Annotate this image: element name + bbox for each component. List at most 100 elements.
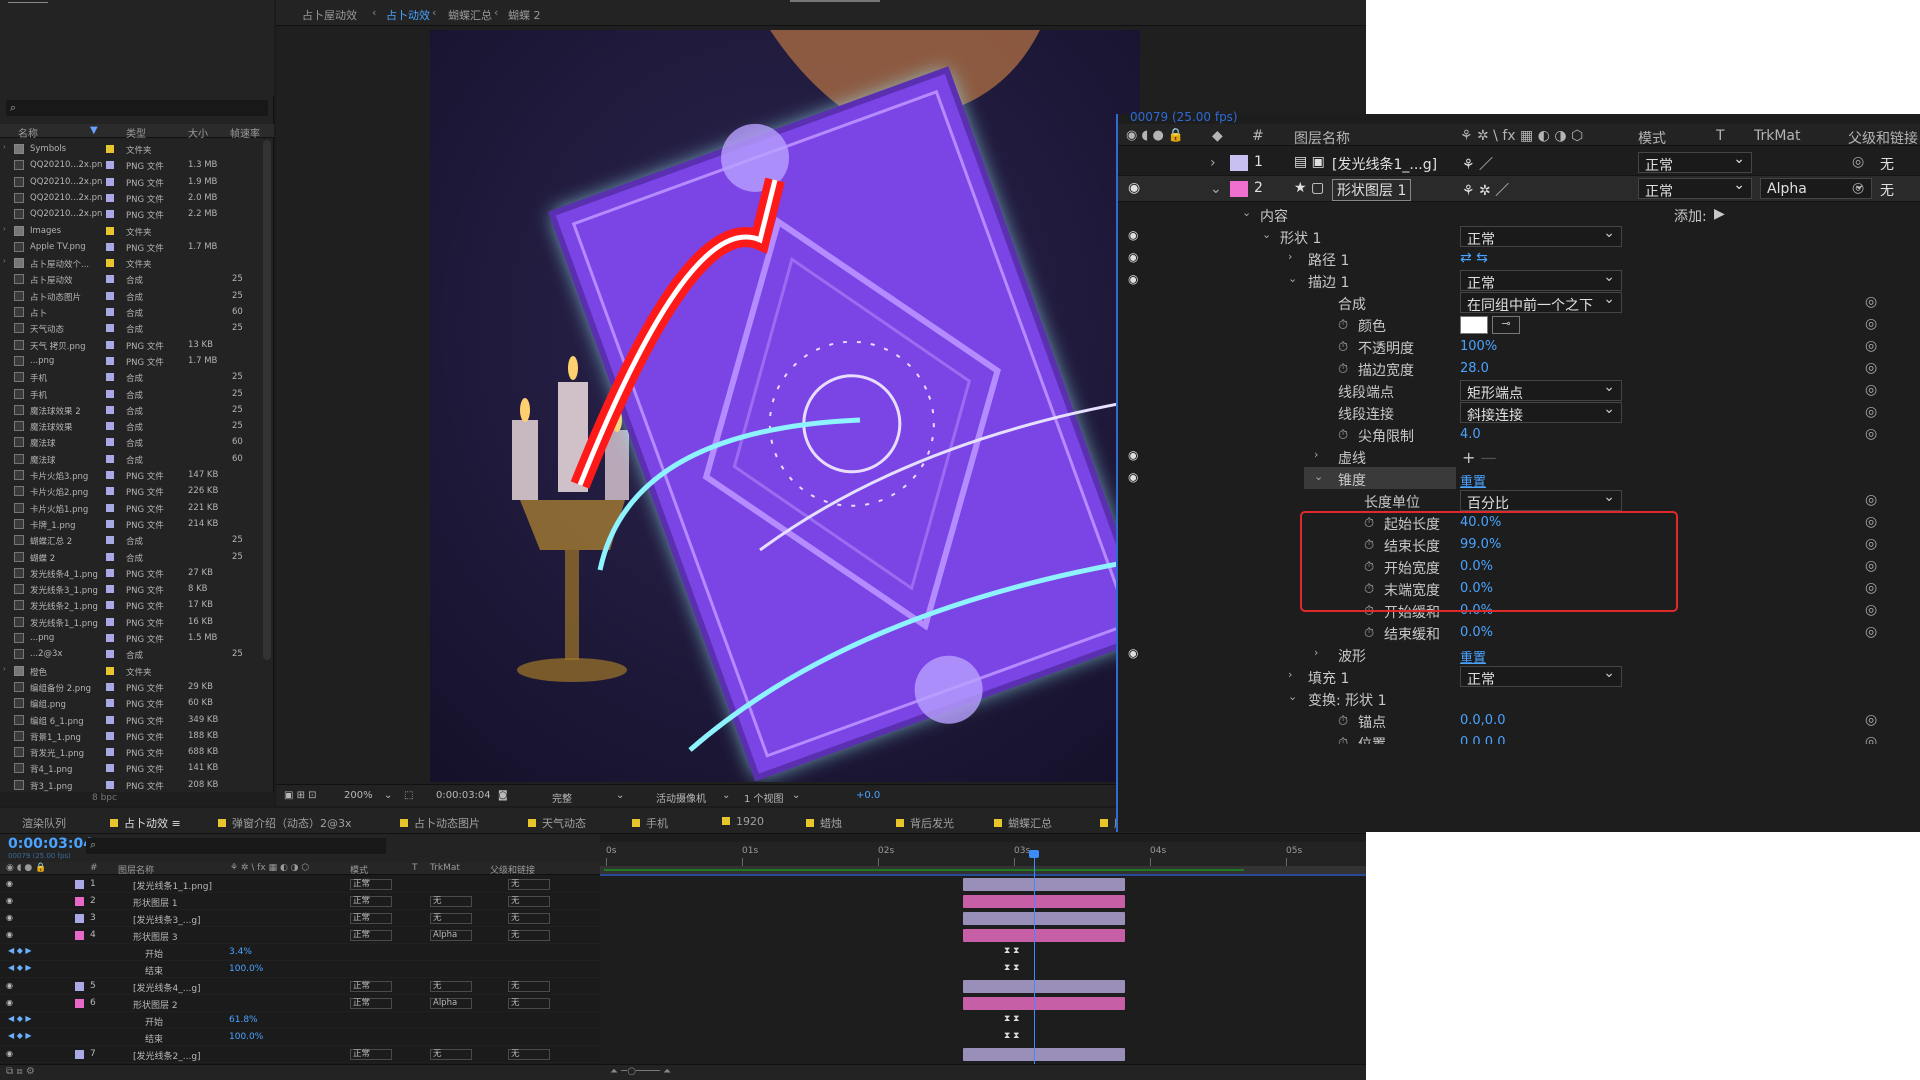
chevron-right-icon[interactable]: › [3, 665, 6, 673]
mode-dropdown[interactable]: 正常 [350, 981, 392, 992]
composite-dropdown[interactable]: 在同组中前一个之下 [1460, 291, 1622, 314]
timeline-tab[interactable]: 渲染队列 [22, 815, 66, 831]
expression-icon[interactable]: ◎ [1865, 558, 1877, 574]
comp-tab-1[interactable]: 占卜屋动效 [302, 7, 357, 23]
eye-icon[interactable]: ◉ [6, 896, 13, 905]
property-value[interactable]: 100.0% [229, 964, 263, 974]
length-units-dropdown[interactable]: 百分比 [1460, 489, 1622, 512]
layer-label-color[interactable] [75, 999, 84, 1008]
project-item[interactable]: QQ20210...2x.png PNG 文件 1.9 MB [0, 174, 262, 190]
eye-icon[interactable]: ◉ [6, 998, 13, 1007]
expression-icon[interactable]: ◎ [1865, 316, 1877, 332]
project-item[interactable]: QQ20210...2x.png PNG 文件 2.0 MB [0, 190, 262, 206]
layer-duration-bar[interactable] [963, 980, 1125, 993]
label-swatch[interactable] [106, 210, 114, 219]
parent-dropdown[interactable]: 无 [508, 930, 550, 941]
prop-position[interactable]: ⏱ 位置 0.0,0.0 ◎ [1118, 730, 1920, 744]
timeline-timecode[interactable]: 0:00:03:04 [8, 836, 93, 852]
project-item[interactable]: ...2@3x 合成 25 [0, 646, 262, 662]
project-item[interactable]: 魔法球效果 2 合成 25 [0, 402, 262, 418]
label-swatch[interactable] [106, 291, 114, 300]
col-layer-name[interactable]: 图层名称 [118, 863, 154, 876]
label-swatch[interactable] [106, 682, 114, 691]
toggle-icons[interactable]: ⧉ ⧈ ⚙ [6, 1066, 35, 1077]
mode-dropdown[interactable]: 正常 [1638, 151, 1752, 174]
project-item[interactable]: 魔法球效果 合成 25 [0, 418, 262, 434]
project-search-input[interactable]: ⌕ [6, 100, 268, 116]
label-swatch[interactable] [106, 731, 114, 740]
label-swatch[interactable] [106, 340, 114, 349]
expression-icon[interactable]: ◎ [1865, 294, 1877, 310]
label-swatch[interactable] [106, 519, 114, 528]
project-item[interactable]: 蝴蝶 2 合成 25 [0, 549, 262, 565]
project-item[interactable]: › Images 文件夹 [0, 223, 262, 239]
label-swatch[interactable] [106, 324, 114, 333]
project-item[interactable]: 背3_1.png PNG 文件 208 KB [0, 777, 262, 793]
timeline-tab[interactable]: 天气动态 [528, 815, 586, 831]
chevron-right-icon[interactable]: › [3, 257, 6, 265]
label-swatch[interactable] [106, 259, 114, 268]
label-swatch[interactable] [106, 715, 114, 724]
mode-dropdown[interactable]: 正常 [350, 896, 392, 907]
timeline-property-row[interactable]: ◀ ◆ ▶ 结束 100.0% [0, 961, 600, 978]
expression-icon[interactable]: ◎ [1865, 734, 1877, 744]
stopwatch-icon[interactable]: ⏱ [1338, 318, 1348, 333]
label-swatch[interactable] [106, 503, 114, 512]
project-item[interactable]: 卡牌_1.png PNG 文件 214 KB [0, 516, 262, 532]
chevron-right-icon[interactable]: › [1210, 155, 1216, 171]
col-size[interactable]: 大小 [188, 125, 208, 140]
project-item[interactable]: 卡片火焰3.png PNG 文件 147 KB [0, 467, 262, 483]
layer-name[interactable]: 形状图层 1 [1332, 179, 1412, 201]
chevron-right-icon[interactable]: › [1288, 668, 1292, 681]
col-layer-name[interactable]: 图层名称 [1294, 128, 1350, 148]
label-swatch[interactable] [106, 748, 114, 757]
expression-icon[interactable]: ◎ [1865, 624, 1877, 640]
label-swatch[interactable] [106, 242, 114, 251]
project-item[interactable]: 编组备份 2.png PNG 文件 29 KB [0, 679, 262, 695]
project-item[interactable]: 背4_1.png PNG 文件 141 KB [0, 760, 262, 776]
label-swatch[interactable] [106, 422, 114, 431]
eye-icon[interactable]: ◉ [6, 1049, 13, 1058]
label-swatch[interactable] [106, 308, 114, 316]
label-swatch[interactable] [106, 161, 114, 170]
property-value[interactable]: 100.0% [229, 1032, 263, 1042]
timeline-layer-row[interactable]: ◉ 6 形状图层 2 正常 Alpha 无 [0, 995, 600, 1012]
eye-icon[interactable]: ◉ [6, 981, 13, 990]
chevron-right-icon[interactable]: › [3, 225, 6, 233]
layer-name[interactable]: [发光线条2_...g] [133, 1049, 201, 1062]
expression-icon[interactable]: ◎ [1865, 404, 1877, 420]
project-item[interactable]: › 占卜屋动效个... 文件夹 [0, 255, 262, 271]
project-item[interactable]: QQ20210...2x.png PNG 文件 1.3 MB [0, 157, 262, 173]
eye-icon[interactable]: ◉ [6, 930, 13, 939]
zoom-dropdown[interactable]: 200% [344, 790, 373, 801]
trkmat-dropdown[interactable]: Alpha [430, 930, 472, 941]
property-value[interactable]: 3.4% [229, 947, 252, 957]
project-item[interactable]: ...png PNG 文件 1.5 MB [0, 630, 262, 646]
mode-dropdown[interactable]: 正常 [350, 913, 392, 924]
col-trkmat[interactable]: TrkMat [1754, 128, 1801, 144]
play-icon[interactable]: ▶ [1714, 206, 1725, 222]
region-icon[interactable]: ⬚ [404, 790, 413, 801]
stopwatch-icon[interactable]: ⏱ [1338, 714, 1348, 729]
project-item[interactable]: 编组.png PNG 文件 60 KB [0, 695, 262, 711]
stopwatch-icon[interactable]: ⏱ [1338, 736, 1348, 744]
switches[interactable]: ⚘ ／ [1462, 154, 1493, 174]
project-item[interactable]: QQ20210...2x.png PNG 文件 2.2 MB [0, 206, 262, 222]
timeline-tab[interactable]: 蜡烛 [806, 815, 842, 831]
parent-value[interactable]: 无 [1880, 154, 1894, 174]
label-swatch[interactable] [106, 601, 114, 610]
composition-canvas[interactable] [430, 30, 1140, 782]
prop-value[interactable]: 28.0 [1460, 361, 1489, 376]
comp-tab-2[interactable]: 占卜动效 [386, 7, 430, 23]
pickwhip-icon[interactable]: ◎ [1852, 180, 1864, 196]
label-swatch[interactable] [106, 226, 114, 235]
chevron-down-icon[interactable]: ⌄ [1262, 228, 1271, 241]
eye-icon[interactable]: ◉ [1128, 448, 1138, 462]
expression-icon[interactable]: ◎ [1865, 382, 1877, 398]
layer-duration-bar[interactable] [963, 895, 1125, 908]
parent-dropdown[interactable]: 无 [508, 981, 550, 992]
project-item[interactable]: 背发光_1.png PNG 文件 688 KB [0, 744, 262, 760]
eyedropper-icon[interactable]: ⊸ [1492, 316, 1520, 334]
timeline-tab[interactable]: 背后发光 [896, 815, 954, 831]
layer-duration-bar[interactable] [963, 912, 1125, 925]
